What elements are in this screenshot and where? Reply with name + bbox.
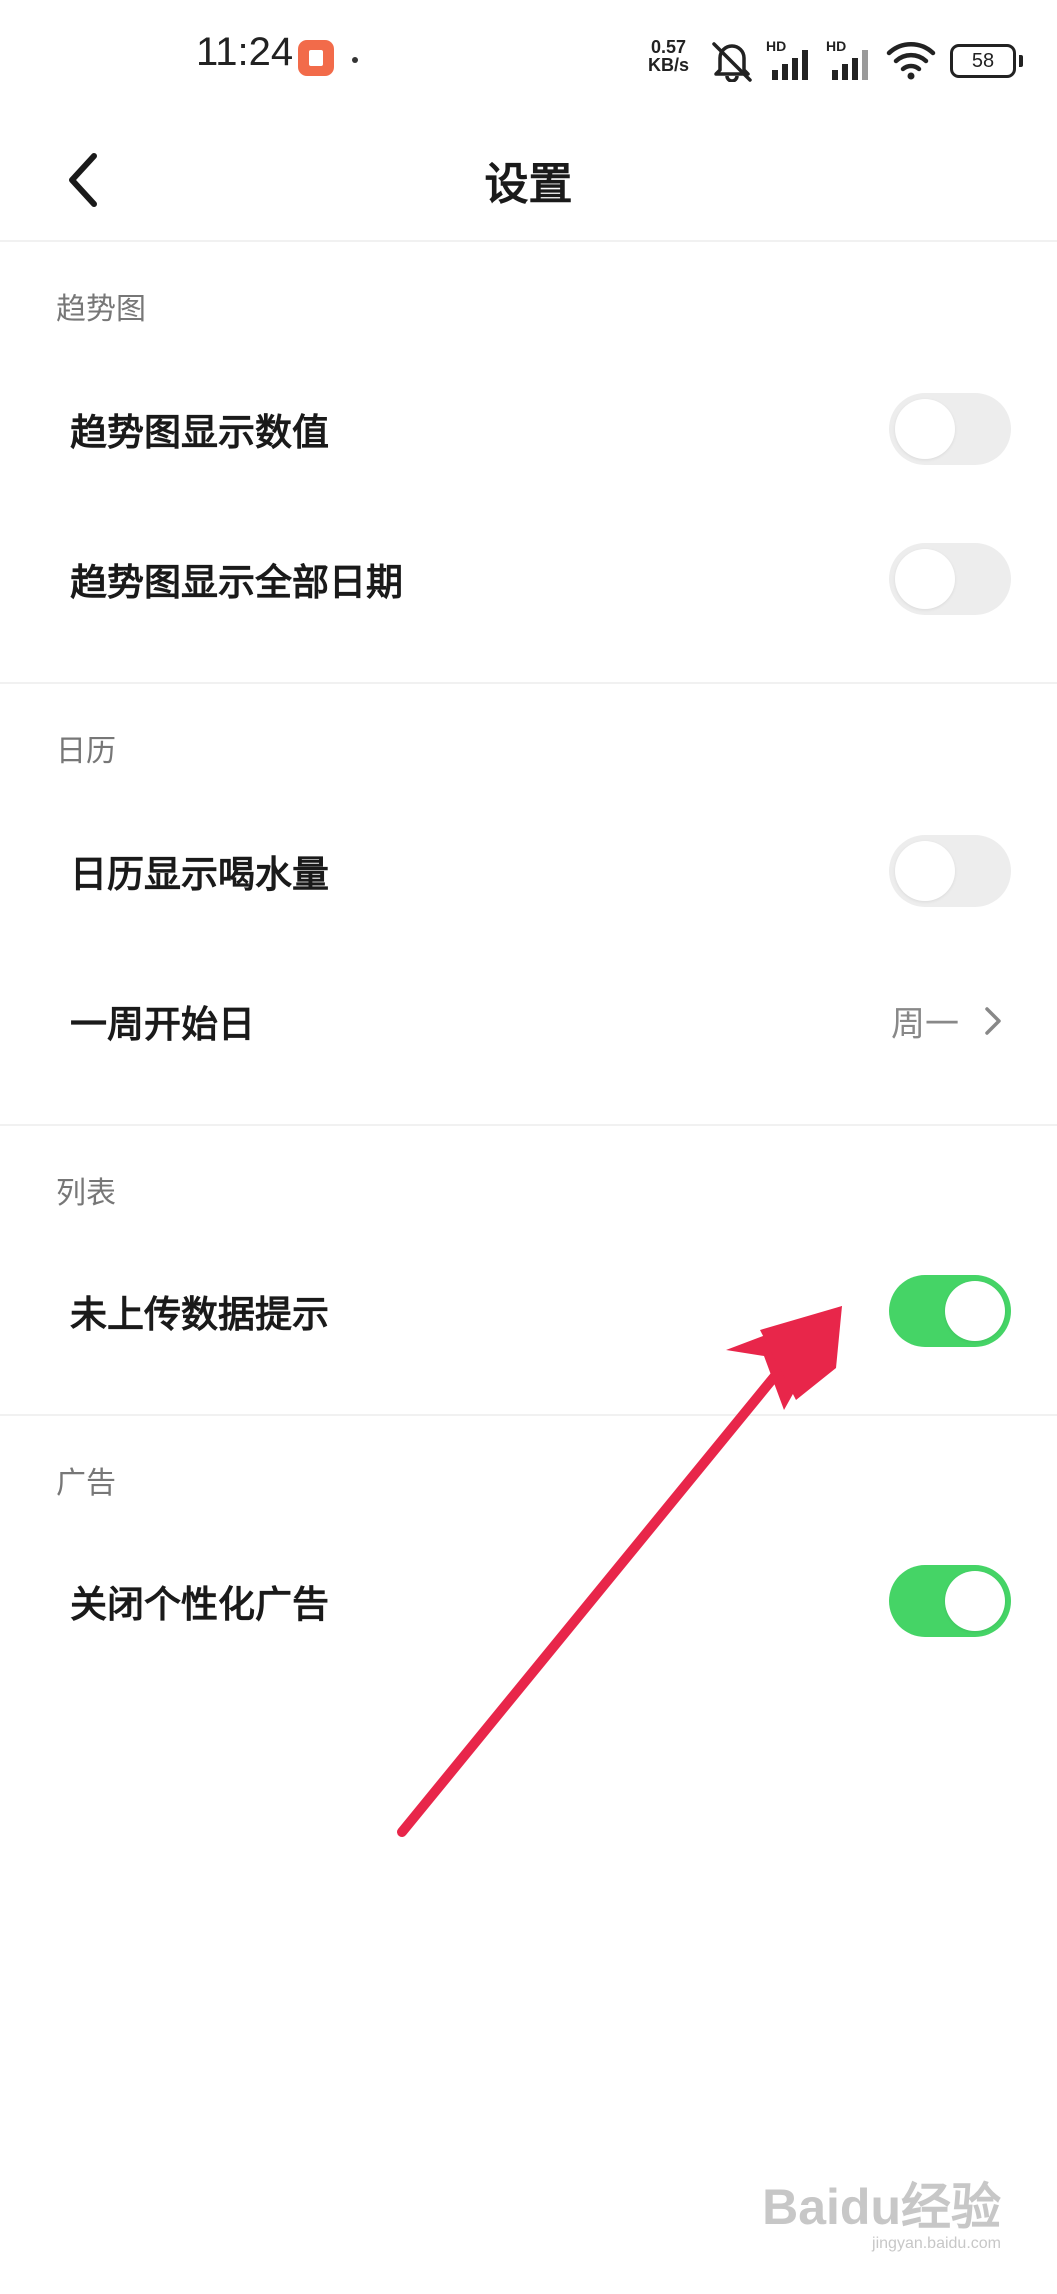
annotation-arrow xyxy=(397,1306,842,1837)
toggle-knob xyxy=(895,549,955,609)
section-title-calendar: 日历 xyxy=(56,734,116,769)
chevron-right-icon xyxy=(985,1007,1001,1035)
setting-label: 趋势图显示数值 xyxy=(70,411,329,454)
status-bar: 11:24 0.57 KB/s HD HD 58 xyxy=(0,0,1057,120)
disable-personalized-ads-toggle[interactable] xyxy=(889,1565,1011,1637)
trend-show-all-dates-toggle[interactable] xyxy=(889,543,1011,615)
app-notification-icon xyxy=(298,40,334,76)
section-title-trend-chart: 趋势图 xyxy=(56,292,146,327)
setting-label: 未上传数据提示 xyxy=(70,1293,329,1336)
toggle-knob xyxy=(945,1571,1005,1631)
setting-label: 一周开始日 xyxy=(70,1003,255,1046)
week-start-day-value: 周一 xyxy=(891,1004,959,1045)
setting-row-disable-personalized-ads[interactable]: 关闭个性化广告 xyxy=(0,1526,1057,1676)
setting-label: 关闭个性化广告 xyxy=(70,1583,329,1626)
unuploaded-data-reminder-toggle[interactable] xyxy=(889,1275,1011,1347)
signal-sim2: HD xyxy=(826,38,876,82)
watermark-url: jingyan.baidu.com xyxy=(872,2235,1001,2252)
network-speed: 0.57 KB/s xyxy=(648,38,689,74)
signal-bars-icon xyxy=(772,50,808,80)
section-divider xyxy=(0,1124,1057,1126)
page-title: 设置 xyxy=(484,159,573,210)
calendar-show-water-toggle[interactable] xyxy=(889,835,1011,907)
setting-row-unuploaded-data-reminder[interactable]: 未上传数据提示 xyxy=(0,1236,1057,1386)
section-divider xyxy=(0,682,1057,684)
trend-show-values-toggle[interactable] xyxy=(889,393,1011,465)
setting-row-trend-show-values[interactable]: 趋势图显示数值 xyxy=(0,354,1057,504)
watermark: Baidu经验 jingyan.baidu.com xyxy=(762,2180,1001,2254)
toggle-knob xyxy=(895,841,955,901)
status-time: 11:24 xyxy=(196,30,294,74)
mute-bell-icon xyxy=(712,42,752,82)
setting-row-calendar-show-water[interactable]: 日历显示喝水量 xyxy=(0,796,1057,946)
header-divider xyxy=(0,240,1057,242)
network-speed-value: 0.57 xyxy=(650,37,687,57)
more-notifications-dot-icon xyxy=(352,57,358,63)
setting-label: 日历显示喝水量 xyxy=(70,853,329,896)
signal-bars-icon xyxy=(832,50,868,80)
top-app-bar: 设置 xyxy=(0,120,1057,240)
signal-sim1: HD xyxy=(766,38,816,82)
watermark-logo: Baidu经验 xyxy=(762,2179,1001,2235)
setting-label: 趋势图显示全部日期 xyxy=(70,561,403,604)
section-title-ads: 广告 xyxy=(56,1466,116,1501)
setting-row-trend-show-all-dates[interactable]: 趋势图显示全部日期 xyxy=(0,504,1057,654)
battery-indicator: 58 xyxy=(950,44,1023,78)
setting-row-week-start-day[interactable]: 一周开始日 周一 xyxy=(0,946,1057,1096)
section-divider xyxy=(0,1414,1057,1416)
section-title-list: 列表 xyxy=(56,1176,116,1211)
toggle-knob xyxy=(945,1281,1005,1341)
toggle-knob xyxy=(895,399,955,459)
wifi-icon xyxy=(886,42,936,80)
network-speed-unit: KB/s xyxy=(648,55,690,75)
